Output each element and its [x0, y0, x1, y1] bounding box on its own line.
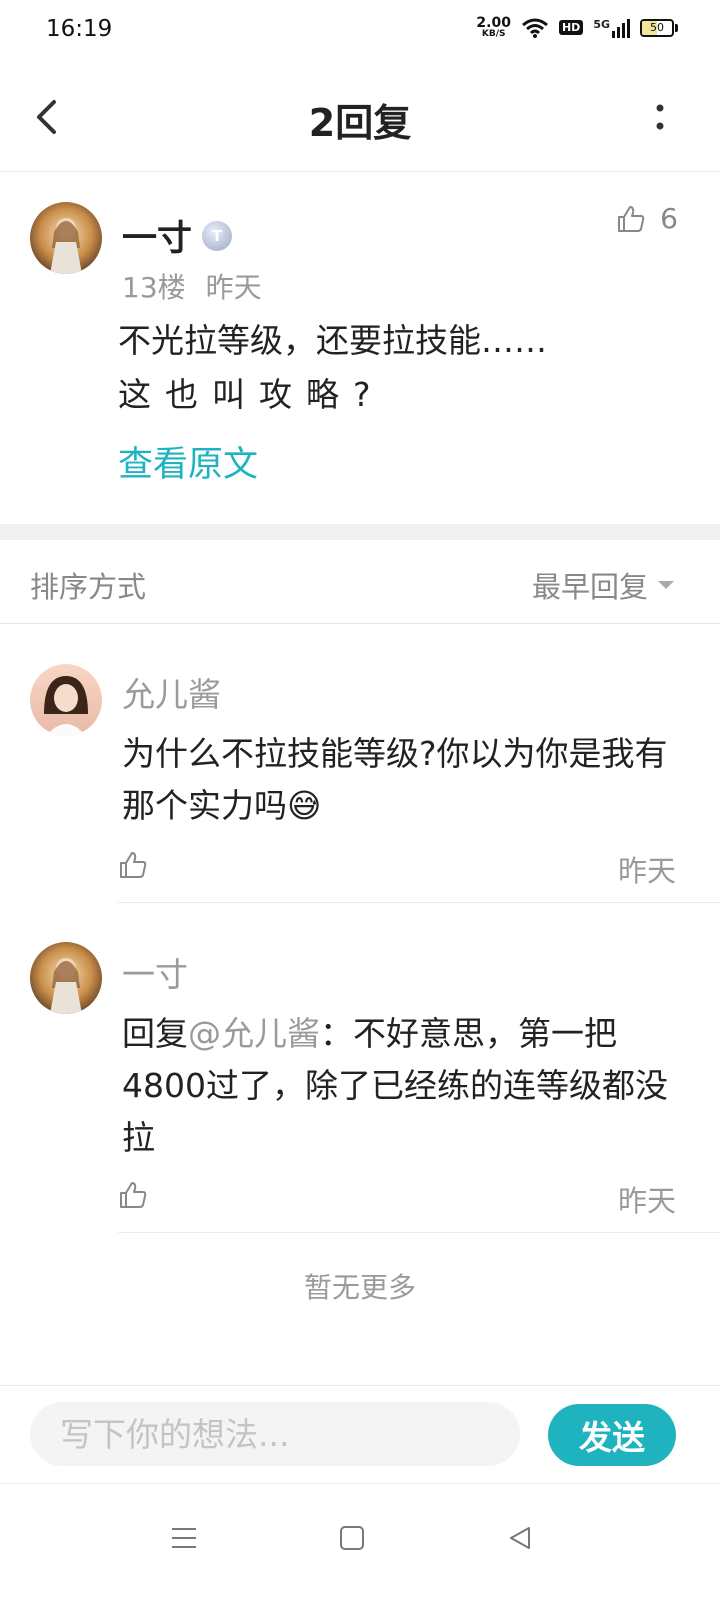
post-time: 昨天: [205, 271, 262, 304]
reply-like-button[interactable]: [118, 850, 154, 886]
reply-divider: [118, 1232, 720, 1233]
reply-prefix: 回复: [122, 1014, 188, 1053]
post-content-line-1: 不光拉等级，还要拉技能……: [118, 321, 547, 360]
reply-like-button[interactable]: [118, 1180, 154, 1216]
more-button[interactable]: [644, 96, 676, 140]
mention-link[interactable]: @允儿酱: [188, 1014, 320, 1053]
avatar[interactable]: [30, 942, 102, 1014]
signal-bars-icon: [612, 18, 630, 38]
triangle-back-icon: [510, 1527, 530, 1549]
status-time: 16:19: [46, 16, 113, 42]
post-content: 不光拉等级，还要拉技能…… 这也叫攻略?: [118, 314, 547, 422]
post-content-line-2: 这也叫攻略?: [118, 375, 385, 414]
network-speed-unit: KB/S: [481, 29, 506, 39]
view-original-link[interactable]: 查看原文: [118, 436, 258, 487]
sort-selected-value: 最早回复: [531, 570, 648, 604]
reply-text: 回复@允儿酱：不好意思，第一把4800过了，除了已经练的连等级都没拉: [122, 1008, 692, 1164]
author-name[interactable]: 一寸: [122, 210, 192, 261]
system-nav-bar: [0, 1483, 720, 1600]
post-meta: 13楼 昨天: [122, 266, 262, 306]
section-divider: [0, 524, 720, 540]
like-button[interactable]: 6: [616, 202, 678, 235]
status-bar: 16:19 2.00 KB/S HD 5G 50: [0, 0, 720, 62]
send-button[interactable]: 发送: [548, 1404, 676, 1466]
floor-number: 13楼: [122, 271, 186, 304]
battery-text: 50: [650, 21, 664, 34]
main-post: 一寸 T 6 13楼 昨天 不光拉等级，还要拉技能…… 这也叫攻略? 查看原文: [0, 172, 720, 524]
network-speed-value: 2.00: [476, 15, 511, 31]
avatar[interactable]: [30, 664, 102, 736]
wifi-icon: [522, 18, 548, 38]
avatar-image: [30, 942, 102, 1014]
hd-badge: HD: [558, 20, 584, 35]
sort-label: 排序方式: [30, 570, 147, 604]
page-title: 2回复: [308, 101, 412, 145]
status-icons: 2.00 KB/S HD 5G 50: [476, 16, 678, 39]
nav-home-button[interactable]: [322, 1508, 382, 1568]
reply-item: 一寸 回复@允儿酱：不好意思，第一把4800过了，除了已经练的连等级都没拉 昨天: [0, 904, 720, 1234]
avatar-image: [30, 202, 102, 274]
reply-time: 昨天: [617, 854, 676, 888]
battery-indicator: 50: [640, 18, 678, 37]
more-vertical-icon: [656, 104, 664, 130]
reply-text-body: 为什么不拉技能等级?你以为你是我有那个实力吗: [122, 734, 668, 825]
sort-bar: 排序方式 最早回复: [0, 540, 720, 624]
menu-icon: [172, 1528, 196, 1548]
caret-down-icon: [658, 581, 674, 589]
level-badge-icon: T: [202, 220, 233, 251]
nav-menu-button[interactable]: [154, 1508, 214, 1568]
emoji-sweat-smile-icon: 😅: [287, 786, 322, 825]
avatar-image: [30, 664, 102, 736]
reply-item: 允儿酱 为什么不拉技能等级?你以为你是我有那个实力吗😅 昨天: [0, 624, 720, 904]
signal-label: 5G: [593, 17, 610, 31]
comment-composer: 发送: [0, 1385, 720, 1483]
no-more-label: 暂无更多: [303, 1271, 416, 1304]
reply-divider: [118, 902, 720, 903]
thumbs-up-icon: [120, 1182, 147, 1208]
avatar[interactable]: [30, 202, 102, 274]
square-icon: [340, 1526, 364, 1550]
thumbs-up-icon: [120, 852, 147, 878]
nav-back-button[interactable]: [490, 1508, 550, 1568]
thumbs-up-icon: [618, 205, 645, 232]
sort-dropdown[interactable]: 最早回复: [532, 564, 674, 606]
author-row: 一寸 T: [122, 210, 233, 261]
reply-author[interactable]: 一寸: [122, 948, 188, 996]
comment-input[interactable]: [30, 1402, 520, 1466]
network-speed: 2.00 KB/S: [476, 16, 511, 39]
reply-text: 为什么不拉技能等级?你以为你是我有那个实力吗😅: [122, 728, 692, 832]
reply-author[interactable]: 允儿酱: [122, 668, 221, 716]
like-count: 6: [660, 202, 678, 235]
signal-indicator: 5G: [593, 18, 630, 38]
header-bar: 2回复: [0, 62, 720, 172]
reply-time: 昨天: [617, 1184, 676, 1218]
